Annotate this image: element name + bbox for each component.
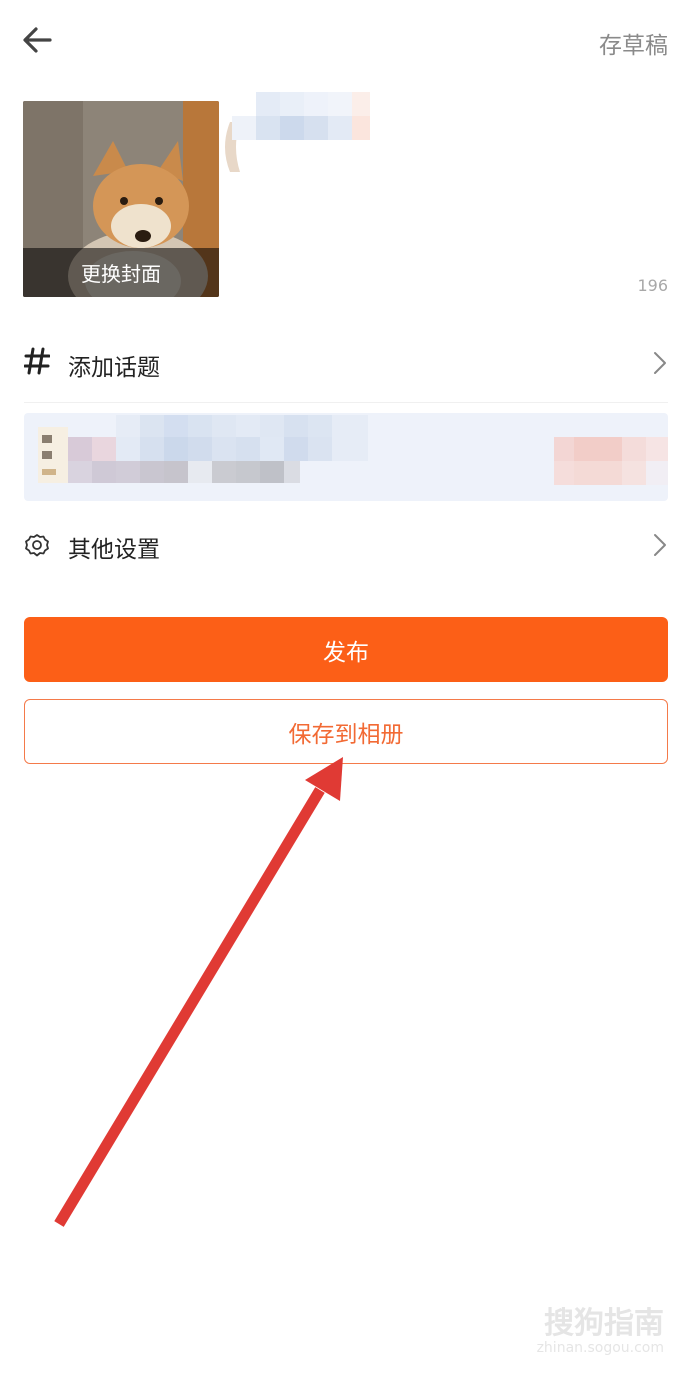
save-to-album-button[interactable]: 保存到相册 — [24, 699, 668, 764]
watermark-brand: 搜狗指南 — [544, 1306, 664, 1341]
chevron-right-icon — [652, 532, 668, 562]
change-cover-button[interactable]: 更换封面 — [23, 248, 219, 297]
add-topic-row[interactable]: 添加话题 — [0, 336, 692, 390]
cover-image[interactable]: 更换封面 — [23, 101, 219, 297]
publish-button[interactable]: 发布 — [24, 617, 668, 682]
save-draft-button[interactable]: 存草稿 — [599, 26, 668, 60]
other-settings-label: 其他设置 — [68, 537, 160, 563]
watermark-url: zhinan.sogou.com — [536, 1340, 664, 1356]
title-text-blurred[interactable] — [220, 92, 380, 206]
character-count: 196 — [637, 276, 668, 295]
attached-content-card[interactable] — [24, 413, 668, 501]
arrow-left-icon — [23, 27, 52, 53]
gear-icon — [24, 532, 50, 562]
divider — [24, 402, 668, 403]
back-button[interactable] — [20, 24, 56, 56]
chevron-right-icon — [652, 350, 668, 380]
add-topic-label: 添加话题 — [68, 355, 160, 381]
hashtag-icon — [23, 346, 51, 380]
other-settings-row[interactable]: 其他设置 — [0, 518, 692, 572]
